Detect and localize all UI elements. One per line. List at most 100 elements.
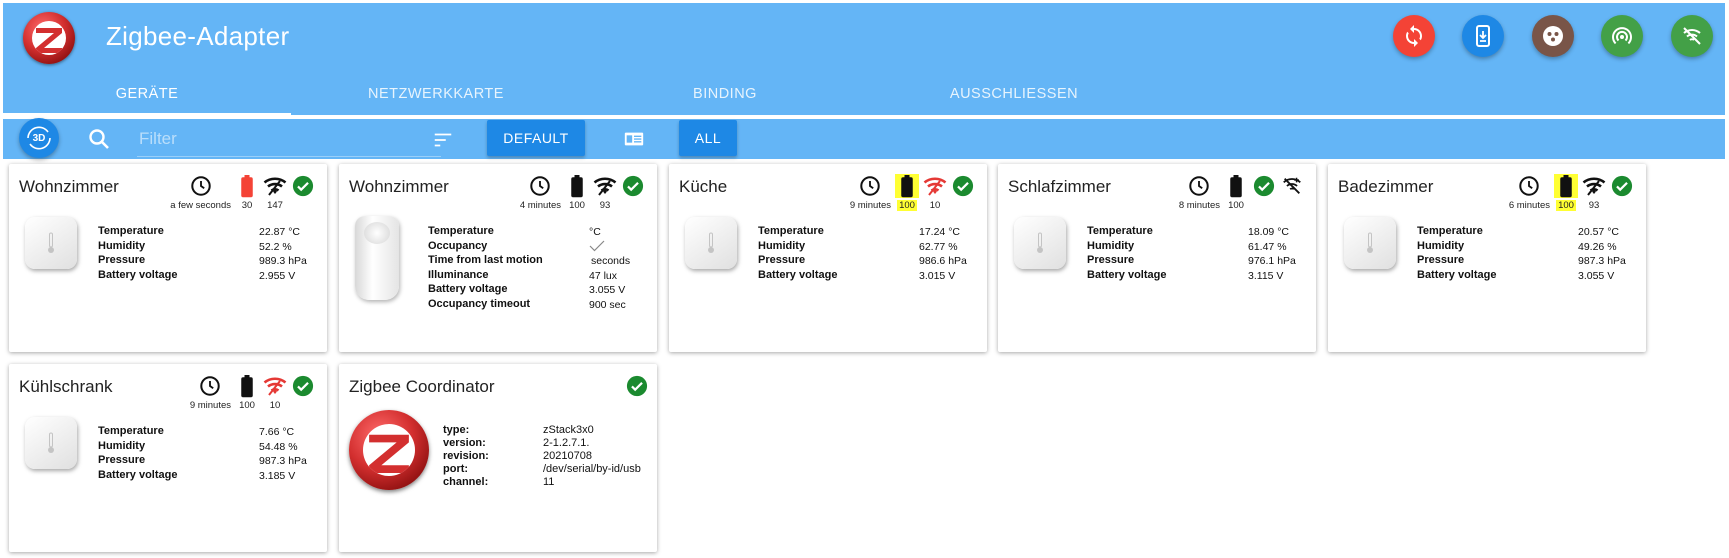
- last-seen: 9 minutes: [190, 374, 231, 411]
- battery-level: 100: [569, 200, 585, 211]
- link-quality-value: 147: [267, 200, 283, 211]
- tab-ausschliessen[interactable]: AUSSCHLIESSEN: [869, 73, 1159, 115]
- device-title: Zigbee Coordinator: [349, 377, 495, 396]
- device-card[interactable]: Wohnzimmer a few seconds 30 147 Temperature H…: [9, 164, 327, 352]
- property-label: Occupancy: [428, 239, 488, 252]
- coord-value-port: /dev/serial/by-id/usb: [543, 463, 641, 475]
- device-card[interactable]: Schlafzimmer 8 minutes 100 Temperature Humid…: [998, 164, 1316, 352]
- pairing-button[interactable]: [1601, 15, 1643, 57]
- filter-input[interactable]: [137, 122, 441, 157]
- battery-status: 100: [1224, 174, 1248, 211]
- clock-icon: [1189, 176, 1210, 196]
- property-value: 976.1 hPa: [1248, 255, 1296, 267]
- property-value: 22.87 °C: [259, 226, 300, 238]
- property-value: seconds: [591, 255, 631, 267]
- battery-icon: [901, 175, 913, 198]
- sort-icon[interactable]: [432, 129, 454, 151]
- signal-off-icon: [1683, 27, 1701, 45]
- link-quality-icon: [1582, 177, 1606, 196]
- device-card[interactable]: Badezimmer 6 minutes 100 93 Temperature Humid…: [1328, 164, 1646, 352]
- property-value: 3.185 V: [259, 469, 296, 482]
- device-card[interactable]: Kühlschrank 9 minutes 100 10 Temperature Humi…: [9, 364, 327, 552]
- property-values: 18.09 °C 61.47 % 976.1 hPa 3.115 V: [1248, 225, 1296, 283]
- property-label: Temperature: [1417, 225, 1483, 237]
- tab-netzwerkkarte[interactable]: NETZWERKKARTE: [291, 73, 581, 115]
- groups-button[interactable]: [1532, 15, 1574, 57]
- device-image: [25, 417, 77, 469]
- firmware-update-button[interactable]: [1462, 15, 1504, 57]
- link-quality-value: 10: [929, 200, 941, 211]
- link-quality-icon: [593, 177, 617, 196]
- status-ok: [1252, 174, 1276, 198]
- link-quality: 93: [1582, 174, 1606, 211]
- coord-value-type: zStack3x0: [543, 424, 594, 436]
- last-seen-text: 9 minutes: [849, 200, 891, 211]
- status-ok: [625, 374, 649, 398]
- device-card[interactable]: Wohnzimmer 4 minutes 100 93 Temperature Occup…: [339, 164, 657, 352]
- check-circle-icon: [292, 375, 314, 397]
- property-value: °C: [589, 226, 601, 238]
- property-label: Humidity: [1417, 239, 1465, 252]
- coord-label-type: type:: [443, 424, 470, 436]
- battery-status: 100: [235, 374, 259, 411]
- check-circle-icon: [622, 175, 644, 197]
- tab-geraete[interactable]: GERÄTE: [3, 73, 291, 115]
- device-image: [1344, 217, 1396, 269]
- status-ok: [621, 174, 645, 198]
- battery-level: 100: [897, 200, 917, 211]
- coord-label-port: port:: [443, 463, 469, 475]
- status-bar: a few seconds 30 147: [168, 174, 317, 211]
- touchlink-button[interactable]: [1671, 15, 1713, 57]
- property-value: 2.955 V: [259, 269, 296, 282]
- property-label: Time from last motion: [428, 254, 543, 266]
- refresh-button[interactable]: [1393, 15, 1435, 57]
- property-label: Battery voltage: [758, 268, 838, 281]
- last-seen-text: a few seconds: [170, 200, 231, 211]
- device-card-coordinator[interactable]: Zigbee Coordinator type: version: revisi…: [339, 364, 657, 552]
- device-title: Wohnzimmer: [349, 177, 449, 196]
- all-button[interactable]: ALL: [679, 120, 737, 156]
- battery-icon: [1230, 175, 1242, 198]
- property-label: Pressure: [1417, 254, 1465, 266]
- link-quality-icon: [923, 177, 947, 196]
- refresh-icon: [1406, 25, 1422, 47]
- property-label: Pressure: [98, 254, 146, 266]
- device-image: [25, 217, 77, 269]
- check-circle-icon: [1611, 175, 1633, 197]
- coord-value-version: 2-1.2.7.1.: [543, 437, 590, 449]
- device-card[interactable]: Küche 9 minutes 100 10 Temperature Humidity Pr…: [669, 164, 987, 352]
- property-label: Pressure: [758, 254, 806, 266]
- card-view-icon[interactable]: [623, 128, 645, 150]
- property-value: 62.77 %: [919, 240, 958, 253]
- search-icon[interactable]: [87, 127, 111, 151]
- 3d-view-button[interactable]: 3D: [19, 118, 59, 158]
- battery-status: 100: [1554, 174, 1578, 211]
- phone-download-icon: [1476, 25, 1490, 47]
- property-labels: Temperature Humidity Pressure Battery volta…: [98, 424, 177, 482]
- property-labels: Temperature Occupancy Time from last motio…: [428, 224, 543, 311]
- property-labels: Temperature Humidity Pressure Battery volta…: [98, 224, 177, 282]
- property-label: Temperature: [428, 225, 494, 237]
- property-value: 61.47 %: [1248, 240, 1287, 253]
- property-value: 20.57 °C: [1578, 226, 1619, 238]
- battery-level: 100: [239, 400, 255, 411]
- coordinator-labels: type: version: revision: port: channel:: [443, 424, 489, 489]
- battery-icon: [241, 175, 253, 198]
- link-quality-value: 10: [269, 400, 281, 411]
- tab-binding[interactable]: BINDING: [581, 73, 869, 115]
- property-label: Temperature: [98, 225, 164, 237]
- main-tabs: GERÄTE NETZWERKKARTE BINDING AUSSCHLIESS…: [3, 73, 1103, 117]
- device-title: Badezimmer: [1338, 177, 1434, 196]
- link-quality: 10: [923, 174, 947, 211]
- property-values: 20.57 °C 49.26 % 987.3 hPa 3.055 V: [1578, 225, 1626, 283]
- default-button[interactable]: DEFAULT: [487, 120, 585, 156]
- property-labels: Temperature Humidity Pressure Battery volta…: [1087, 224, 1166, 282]
- property-value: 17.24 °C: [919, 226, 960, 238]
- zigbee-logo: [23, 12, 75, 64]
- no-signal-icon: [1283, 177, 1301, 194]
- status-ok: [291, 374, 315, 398]
- property-label: Temperature: [1087, 225, 1153, 237]
- device-title: Küche: [679, 177, 728, 196]
- property-label: Battery voltage: [1417, 268, 1497, 281]
- last-seen: 6 minutes: [1509, 174, 1550, 211]
